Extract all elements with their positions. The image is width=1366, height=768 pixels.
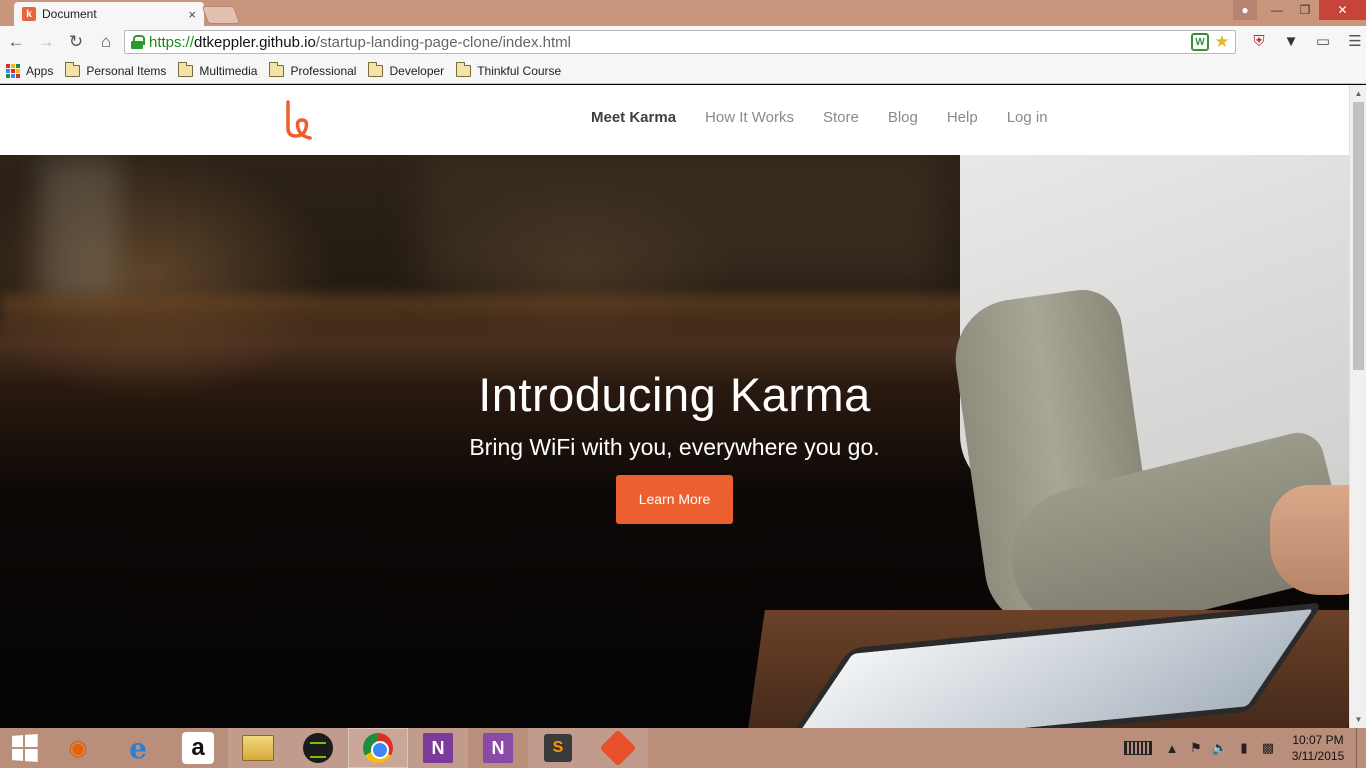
bookmark-folder-multimedia[interactable]: Multimedia	[178, 61, 258, 78]
bookmark-folder-professional[interactable]: Professional	[269, 61, 357, 78]
nav-meet-karma[interactable]: Meet Karma	[591, 109, 676, 126]
system-tray: ▲ ⚑ 🔈 ▮ ▩ 10:07 PM 3/11/2015	[1116, 728, 1366, 768]
restore-button[interactable]: ❐	[1291, 0, 1319, 20]
bookmark-label: Developer	[389, 63, 445, 78]
amazon-icon[interactable]: a	[168, 728, 228, 768]
browser-tab[interactable]: k Document ×	[14, 2, 204, 26]
cast-icon[interactable]: ▭	[1312, 30, 1334, 52]
start-button[interactable]	[0, 728, 48, 768]
site-guard-icon[interactable]: ⛨	[1248, 30, 1270, 52]
volume-icon[interactable]: 🔈	[1208, 728, 1232, 768]
hero-subtitle: Bring WiFi with you, everywhere you go.	[469, 434, 880, 460]
secure-lock-icon[interactable]	[131, 35, 145, 49]
touch-keyboard-icon[interactable]	[1124, 741, 1152, 755]
system-clock[interactable]: 10:07 PM 3/11/2015	[1280, 732, 1356, 764]
bookmarks-bar: Apps Personal Items Multimedia Professio…	[0, 58, 1366, 84]
action-center-flag-icon[interactable]: ⚑	[1184, 728, 1208, 768]
minimize-button[interactable]: —	[1263, 0, 1291, 20]
learn-more-button[interactable]: Learn More	[616, 475, 733, 524]
sublime-text-icon[interactable]: S	[528, 728, 588, 768]
tab-title: Document	[42, 7, 97, 21]
onenote-clipper-icon[interactable]: N	[468, 728, 528, 768]
file-explorer-icon[interactable]	[228, 728, 288, 768]
reload-icon[interactable]: ↻	[62, 28, 90, 56]
forward-arrow-icon[interactable]: →	[32, 28, 60, 56]
network-icon[interactable]: ▩	[1256, 728, 1280, 768]
windows-logo-icon	[12, 734, 38, 762]
hero-section: Introducing Karma Bring WiFi with you, e…	[0, 155, 1349, 728]
clock-date: 3/11/2015	[1291, 749, 1345, 763]
show-hidden-icons-icon[interactable]: ▲	[1160, 728, 1184, 768]
karma-favicon-icon: k	[22, 7, 36, 21]
apps-grid-icon	[6, 63, 20, 78]
folder-icon	[65, 61, 81, 77]
url-scheme: https://	[149, 33, 195, 51]
hero-background-blur	[40, 155, 120, 305]
spotify-icon[interactable]	[288, 728, 348, 768]
home-icon[interactable]: ⌂	[92, 28, 120, 56]
internet-explorer-icon[interactable]: e	[108, 728, 168, 768]
url-host: dtkeppler.github.io	[194, 33, 316, 51]
firefox-icon[interactable]: ◉	[48, 728, 108, 768]
nav-help[interactable]: Help	[947, 109, 978, 126]
web-page: Meet Karma How It Works Store Blog Help …	[0, 85, 1349, 728]
scroll-up-icon[interactable]: ▲	[1350, 85, 1366, 102]
scrollbar-thumb[interactable]	[1353, 102, 1364, 370]
url-path: /startup-landing-page-clone/index.html	[315, 33, 571, 51]
windows-taskbar: ◉ e a N N S ▲ ⚑ 🔈 ▮ ▩ 10:07 PM 3/11/2015	[0, 728, 1366, 768]
bookmark-folder-personal-items[interactable]: Personal Items	[65, 61, 167, 78]
bookmark-label: Professional	[290, 63, 357, 78]
extension-shield-icon[interactable]: W	[1191, 33, 1209, 51]
show-desktop-button[interactable]	[1356, 728, 1366, 768]
onenote-icon[interactable]: N	[408, 728, 468, 768]
bookmark-label: Apps	[26, 63, 54, 78]
bookmark-star-icon[interactable]: ★	[1213, 32, 1231, 51]
address-bar[interactable]: https://dtkeppler.github.io/startup-land…	[124, 30, 1236, 54]
karma-logo-icon[interactable]	[284, 100, 314, 140]
new-tab-button[interactable]	[201, 6, 241, 24]
folder-icon	[456, 61, 472, 77]
bookmark-label: Thinkful Course	[477, 63, 562, 78]
main-nav: Meet Karma How It Works Store Blog Help …	[591, 109, 1077, 126]
hero-background-bar	[0, 295, 980, 355]
bookmark-apps[interactable]: Apps	[6, 63, 54, 78]
nav-log-in[interactable]: Log in	[1007, 109, 1048, 126]
clock-time: 10:07 PM	[1292, 733, 1344, 747]
nav-store[interactable]: Store	[823, 109, 859, 126]
hero-title: Introducing Karma	[478, 368, 871, 421]
hero-background-blur	[420, 155, 940, 285]
folder-icon	[368, 61, 384, 77]
tab-close-icon[interactable]: ×	[188, 7, 196, 22]
desktop-screen: k Document × ● — ❐ ✕ ← → ↻ ⌂ https://dtk…	[0, 0, 1366, 768]
nav-blog[interactable]: Blog	[888, 109, 918, 126]
browser-titlebar: k Document × ● — ❐ ✕	[0, 0, 1366, 26]
back-arrow-icon[interactable]: ←	[2, 28, 30, 56]
pocket-icon[interactable]: ▼	[1280, 30, 1302, 52]
window-controls: ● — ❐ ✕	[1233, 0, 1366, 20]
close-window-button[interactable]: ✕	[1319, 0, 1366, 20]
menu-icon[interactable]: ☰	[1344, 30, 1366, 52]
bookmark-folder-developer[interactable]: Developer	[368, 61, 445, 78]
site-header: Meet Karma How It Works Store Blog Help …	[0, 85, 1349, 155]
browser-toolbar: ← → ↻ ⌂ https://dtkeppler.github.io/star…	[0, 26, 1366, 58]
page-scrollbar[interactable]: ▲ ▼	[1349, 85, 1366, 728]
bookmark-label: Personal Items	[86, 63, 167, 78]
scroll-down-icon[interactable]: ▼	[1350, 711, 1366, 728]
git-icon[interactable]	[588, 728, 648, 768]
folder-icon	[178, 61, 194, 77]
folder-icon	[269, 61, 285, 77]
nav-how-it-works[interactable]: How It Works	[705, 109, 794, 126]
chrome-icon[interactable]	[348, 728, 408, 768]
bookmark-folder-thinkful-course[interactable]: Thinkful Course	[456, 61, 562, 78]
battery-icon[interactable]: ▮	[1232, 728, 1256, 768]
bookmark-label: Multimedia	[199, 63, 258, 78]
user-profile-icon[interactable]: ●	[1233, 0, 1257, 20]
hero-content: Introducing Karma Bring WiFi with you, e…	[0, 367, 1349, 524]
